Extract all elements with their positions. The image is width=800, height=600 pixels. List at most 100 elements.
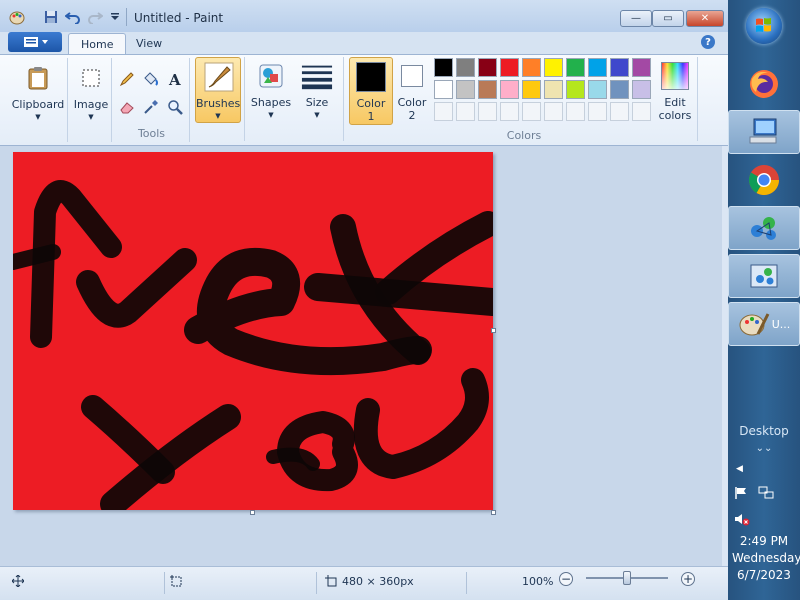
maximize-button[interactable]: ▭ <box>652 10 684 27</box>
zoom-out-button[interactable]: − <box>559 572 573 586</box>
palette-swatch[interactable] <box>632 80 651 99</box>
clipboard-button[interactable]: Clipboard ▼ <box>12 62 64 121</box>
image-size-icon <box>325 575 337 587</box>
palette-swatch[interactable] <box>588 58 607 77</box>
chevron-down-icon: ▼ <box>215 112 221 120</box>
brush-icon <box>203 61 235 96</box>
palette-swatch-empty[interactable] <box>522 102 541 121</box>
chevron-down-icon: ▼ <box>268 111 274 119</box>
desktop-toolbar-label[interactable]: Desktop <box>736 424 792 438</box>
resize-handle-corner[interactable] <box>491 510 496 515</box>
minimize-button[interactable]: — <box>620 10 652 27</box>
zoom-slider-thumb[interactable] <box>623 571 631 585</box>
title-bar[interactable]: Untitled - Paint — ▭ ✕ <box>0 0 728 32</box>
taskbar-network-app-1[interactable] <box>728 206 800 250</box>
eraser-icon[interactable] <box>116 96 138 118</box>
tools-group: A Tools <box>114 58 190 142</box>
taskbar-firefox[interactable] <box>728 62 800 106</box>
magnifier-icon[interactable] <box>164 96 186 118</box>
zoom-in-button[interactable]: + <box>681 572 695 586</box>
undo-icon[interactable] <box>64 9 82 25</box>
clock-time[interactable]: 2:49 PM <box>732 534 796 548</box>
palette-swatch[interactable] <box>500 80 519 99</box>
palette-swatch-empty[interactable] <box>566 102 585 121</box>
tab-home[interactable]: Home <box>68 33 127 54</box>
taskbar-chrome[interactable] <box>728 158 800 202</box>
brushes-button[interactable]: Brushes ▼ <box>195 57 241 123</box>
taskbar-computer[interactable] <box>728 110 800 154</box>
fill-bucket-icon[interactable] <box>140 68 162 90</box>
color1-swatch <box>356 62 386 92</box>
clock-day[interactable]: Wednesday <box>732 551 800 565</box>
tray-expand-icon[interactable]: ◀ <box>736 464 743 474</box>
customize-qat-icon[interactable] <box>106 9 124 25</box>
title-separator <box>126 8 127 26</box>
resize-handle-right[interactable] <box>491 328 496 333</box>
shapes-button[interactable]: Shapes ▼ <box>250 60 292 119</box>
paint-palette-icon <box>739 313 770 336</box>
shapes-icon <box>255 60 287 92</box>
palette-swatch[interactable] <box>434 80 453 99</box>
image-button[interactable]: Image ▼ <box>72 62 110 121</box>
paint-app-icon[interactable] <box>8 9 26 25</box>
palette-swatch[interactable] <box>500 58 519 77</box>
palette-swatch-empty[interactable] <box>500 102 519 121</box>
chevron-down-icon: ▼ <box>88 113 94 121</box>
palette-swatch-empty[interactable] <box>610 102 629 121</box>
palette-swatch[interactable] <box>566 58 585 77</box>
palette-swatch-empty[interactable] <box>544 102 563 121</box>
palette-swatch[interactable] <box>522 58 541 77</box>
windows-logo-icon <box>756 18 771 32</box>
shapes-label: Shapes <box>250 96 292 109</box>
cursor-position-icon <box>12 575 24 587</box>
paint-window: Untitled - Paint — ▭ ✕ Home View ? Clipb… <box>0 0 728 600</box>
text-tool-icon[interactable]: A <box>164 68 186 90</box>
palette-swatch[interactable] <box>588 80 607 99</box>
palette-swatch-empty[interactable] <box>588 102 607 121</box>
save-icon[interactable] <box>42 9 60 25</box>
clock-date[interactable]: 6/7/2023 <box>732 568 796 582</box>
tab-view[interactable]: View <box>124 33 174 54</box>
palette-swatch[interactable] <box>456 80 475 99</box>
color-picker-icon[interactable] <box>140 96 162 118</box>
palette-swatch[interactable] <box>566 80 585 99</box>
palette-swatch[interactable] <box>456 58 475 77</box>
clipboard-label: Clipboard <box>11 98 65 111</box>
palette-swatch[interactable] <box>544 80 563 99</box>
redo-icon[interactable] <box>86 9 104 25</box>
start-button[interactable] <box>746 8 782 44</box>
pencil-icon[interactable] <box>116 68 138 90</box>
palette-swatch[interactable] <box>632 58 651 77</box>
color1-button[interactable]: Color 1 <box>349 57 393 125</box>
palette-swatch[interactable] <box>610 58 629 77</box>
taskbar-paint[interactable]: U... <box>728 302 800 346</box>
palette-swatch-empty[interactable] <box>456 102 475 121</box>
close-button[interactable]: ✕ <box>686 10 724 27</box>
paint-menu-button[interactable] <box>8 32 62 52</box>
palette-swatch[interactable] <box>610 80 629 99</box>
palette-swatch[interactable] <box>478 80 497 99</box>
action-center-flag-icon[interactable] <box>734 486 748 503</box>
palette-swatch[interactable] <box>544 58 563 77</box>
color2-button[interactable]: Color 2 <box>396 57 430 125</box>
image-label: Image <box>73 98 109 111</box>
zoom-level: 100% <box>522 575 554 588</box>
palette-swatch-empty[interactable] <box>478 102 497 121</box>
help-button[interactable]: ? <box>701 35 715 49</box>
group-separator <box>244 57 245 141</box>
resize-handle-bottom[interactable] <box>250 510 255 515</box>
volume-muted-icon[interactable] <box>734 512 750 529</box>
size-button[interactable]: Size ▼ <box>296 60 338 119</box>
edit-colors-button[interactable]: Edit colors <box>656 58 694 126</box>
selection-size-icon <box>170 575 182 587</box>
drawing-canvas[interactable] <box>5 152 507 517</box>
palette-swatch[interactable] <box>434 58 453 77</box>
taskbar-network-app-2[interactable] <box>728 254 800 298</box>
palette-swatch-empty[interactable] <box>632 102 651 121</box>
network-tray-icon[interactable] <box>758 486 774 503</box>
palette-swatch[interactable] <box>478 58 497 77</box>
palette-swatch-empty[interactable] <box>434 102 453 121</box>
color2-label: Color <box>397 96 427 109</box>
palette-swatch[interactable] <box>522 80 541 99</box>
chevron-double-down-icon[interactable]: ⌄⌄ <box>736 443 792 454</box>
